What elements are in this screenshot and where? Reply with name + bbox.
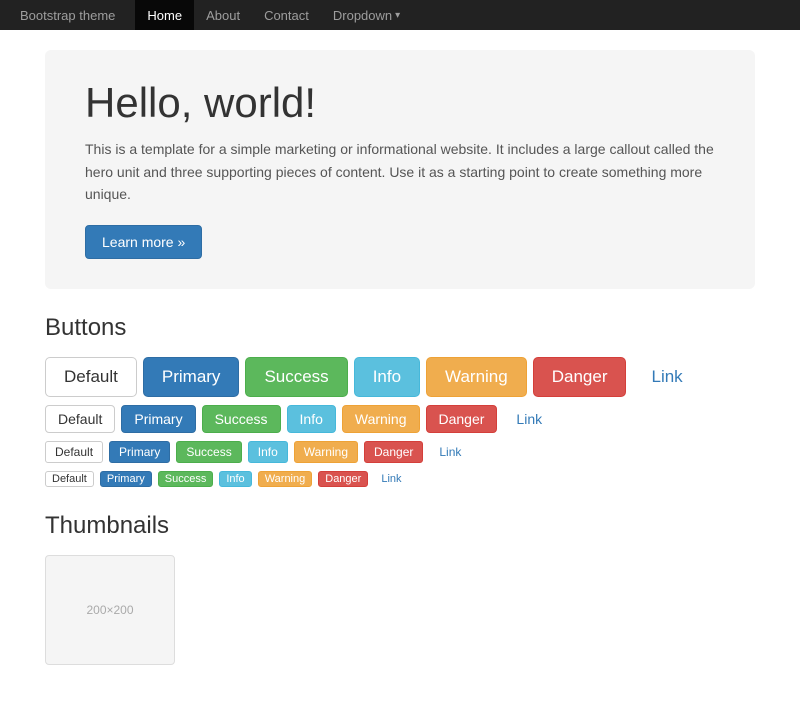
hero-body: This is a template for a simple marketin… — [85, 138, 715, 205]
btn-info-lg[interactable]: Info — [354, 357, 420, 397]
btn-link-xs[interactable]: Link — [374, 471, 408, 487]
thumbnail-item: 200×200 — [45, 555, 175, 665]
thumbnails-section-title: Thumbnails — [45, 512, 755, 540]
btn-default-xs[interactable]: Default — [45, 471, 94, 487]
btn-default-md[interactable]: Default — [45, 405, 115, 433]
btn-primary-sm[interactable]: Primary — [109, 441, 170, 463]
btn-danger-xs[interactable]: Danger — [318, 471, 368, 487]
hero-heading: Hello, world! — [85, 80, 715, 126]
button-row-sm: Default Primary Success Info Warning Dan… — [45, 441, 755, 463]
button-row-lg: Default Primary Success Info Warning Dan… — [45, 357, 755, 397]
button-row-md: Default Primary Success Info Warning Dan… — [45, 405, 755, 433]
btn-warning-md[interactable]: Warning — [342, 405, 420, 433]
buttons-section-title: Buttons — [45, 314, 755, 342]
btn-danger-md[interactable]: Danger — [426, 405, 498, 433]
main-content: Hello, world! This is a template for a s… — [30, 30, 770, 710]
nav-item-home[interactable]: Home — [135, 0, 194, 30]
learn-more-button[interactable]: Learn more » — [85, 225, 202, 259]
btn-danger-lg[interactable]: Danger — [533, 357, 627, 397]
btn-info-sm[interactable]: Info — [248, 441, 288, 463]
btn-warning-lg[interactable]: Warning — [426, 357, 527, 397]
nav-item-about[interactable]: About — [194, 0, 252, 30]
navbar: Bootstrap theme Home About Contact Dropd… — [0, 0, 800, 30]
btn-primary-xs[interactable]: Primary — [100, 471, 152, 487]
btn-primary-lg[interactable]: Primary — [143, 357, 240, 397]
btn-link-md[interactable]: Link — [503, 405, 555, 433]
navbar-brand[interactable]: Bootstrap theme — [20, 8, 115, 23]
btn-link-sm[interactable]: Link — [429, 441, 471, 463]
btn-info-md[interactable]: Info — [287, 405, 336, 433]
thumbnail-label: 200×200 — [86, 603, 133, 617]
btn-primary-md[interactable]: Primary — [121, 405, 195, 433]
btn-danger-sm[interactable]: Danger — [364, 441, 423, 463]
btn-default-sm[interactable]: Default — [45, 441, 103, 463]
btn-success-lg[interactable]: Success — [245, 357, 347, 397]
nav-item-dropdown[interactable]: Dropdown ▾ — [321, 0, 412, 30]
button-row-xs: Default Primary Success Info Warning Dan… — [45, 471, 755, 487]
btn-success-xs[interactable]: Success — [158, 471, 214, 487]
btn-success-sm[interactable]: Success — [176, 441, 241, 463]
btn-info-xs[interactable]: Info — [219, 471, 251, 487]
btn-warning-xs[interactable]: Warning — [258, 471, 313, 487]
btn-warning-sm[interactable]: Warning — [294, 441, 358, 463]
chevron-down-icon: ▾ — [395, 10, 400, 21]
thumbnails-section: Thumbnails 200×200 — [45, 512, 755, 665]
btn-default-lg[interactable]: Default — [45, 357, 137, 397]
buttons-section: Buttons Default Primary Success Info War… — [45, 314, 755, 487]
btn-success-md[interactable]: Success — [202, 405, 281, 433]
nav-item-contact[interactable]: Contact — [252, 0, 321, 30]
btn-link-lg[interactable]: Link — [632, 357, 701, 397]
hero-unit: Hello, world! This is a template for a s… — [45, 50, 755, 289]
nav-items: Home About Contact Dropdown ▾ — [135, 0, 412, 30]
